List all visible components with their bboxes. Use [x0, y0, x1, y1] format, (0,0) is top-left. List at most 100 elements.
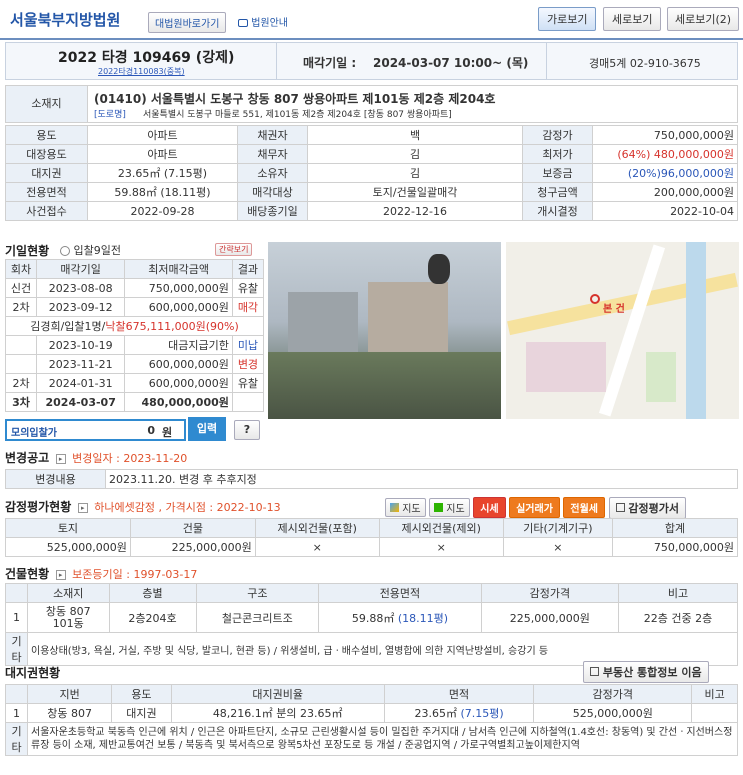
clock-icon [60, 246, 70, 256]
history-cell: 2023-08-08 [36, 278, 126, 298]
market-price-button[interactable]: 시세 [473, 497, 506, 518]
mock-bid-help-button[interactable]: ? [234, 420, 260, 440]
info-label: 용도 [5, 125, 88, 145]
winner-row: 김경희/입찰1명/낙찰675,111,000원(90%) [5, 316, 264, 336]
mock-bid-input[interactable]: 0 [97, 424, 155, 437]
vertical-view2-button[interactable]: 세로보기(2) [667, 7, 740, 31]
land-area-pyeong: (7.15평) [460, 707, 504, 720]
info-value: 김 [307, 144, 523, 164]
naver-map-label: 지도 [446, 504, 465, 515]
info-value: 아파트 [87, 125, 238, 145]
naver-logo-icon [434, 503, 444, 512]
brief-view-toggle[interactable]: 간략보기 [215, 243, 253, 256]
history-title: 기일현황 [5, 244, 50, 258]
history-cell: 대금지급기한 [124, 335, 233, 355]
road-address: 서울특별시 도봉구 마들로 551, 제101동 제2층 제204호 [창동 8… [143, 110, 452, 120]
info-row: 사건접수 2022-09-28 배당종기일 2022-12-16 개시결정 2022-10… [5, 201, 738, 221]
history-cell [231, 392, 265, 412]
case-number: 2022 타경 109469 (강제) [58, 50, 235, 66]
building-area-sqm: 59.88㎡ [351, 611, 395, 625]
arrow-right-icon: ▸ [55, 570, 66, 580]
bid-countdown: 입찰9일전 [60, 242, 121, 258]
mock-bid-box: 모의입찰가 0 원 [5, 419, 186, 441]
property-marker-icon [590, 294, 600, 304]
history-row: 2023-11-21 600,000,000원 변경 [4, 354, 265, 374]
sale-date: 2024-03-07 10:00~ (목) [373, 56, 529, 70]
daum-logo-icon [390, 503, 399, 512]
duplicate-case[interactable]: 2022타경110083(중복) [98, 66, 185, 77]
land-etc: 서울자운초등학교 북동측 인근에 위치 / 인근은 아파트단지, 소규모 근린생… [27, 722, 738, 756]
real-estate-info-button[interactable]: 부동산 통합정보 이음 [583, 661, 709, 683]
location-row: 소재지 (01410) 서울특별시 도봉구 창동 807 쌍용아파트 제101동… [5, 85, 738, 123]
info-value: 750,000,000원 [592, 125, 738, 145]
appraisal-value: × [378, 537, 504, 557]
land-row-index: 1 [5, 703, 28, 723]
history-row: 3차 2024-03-07 480,000,000원 [4, 392, 265, 412]
appraisal-report-button[interactable]: 감정평가서 [608, 497, 686, 519]
history-cell: 매각 [231, 297, 265, 317]
history-cell: 480,000,000원 [124, 392, 233, 412]
info-value: 2022-09-28 [87, 201, 238, 221]
info-row: 전용면적 59.88㎡ (18.11평) 매각대상 토지/건물일괄매각 청구금액 200,… [5, 182, 738, 202]
info-value: 2022-12-16 [307, 201, 523, 221]
appraisal-header: 토지 [5, 518, 131, 538]
appraisal-subtitle: 하나에셋감정 , 가격시점 : 2022-10-13 [94, 501, 281, 514]
road-name-tag: [도로명] [94, 110, 126, 120]
info-label: 개시결정 [522, 201, 593, 221]
appraisal-value: 225,000,000원 [129, 537, 256, 557]
land-lot: 창동 807 [26, 703, 113, 723]
building-area-pyeong: (18.11평) [397, 611, 449, 625]
court-guide-link[interactable]: 법원안내 [238, 14, 288, 29]
history-cell: 2차 [4, 373, 38, 393]
appraisal-buttons: 지도 지도 시세 실거래가 전월세 감정평가서 [385, 497, 686, 519]
appraisal-header: 합계 [612, 518, 738, 538]
info-label: 청구금액 [522, 182, 593, 202]
horizontal-view-button[interactable]: 가로보기 [538, 7, 597, 31]
real-estate-info-label: 부동산 통합정보 이음 [602, 666, 702, 679]
appraisal-header: 제시외건물(제외) [378, 518, 504, 538]
land-ratio: 48,216.1㎡ 분의 23.65㎡ [170, 703, 385, 723]
land-use: 대지권 [111, 703, 172, 723]
bid-countdown-label: 입찰9일전 [73, 244, 121, 257]
appraisal-value: 525,000,000원 [5, 537, 131, 557]
change-date: 변경일자 : 2023-11-20 [72, 452, 188, 465]
info-value: 아파트 [87, 144, 238, 164]
appraisal-header: 건물 [129, 518, 256, 538]
info-value: (64%) 480,000,000원 [592, 144, 738, 164]
history-table: 회차 매각기일 최저매각금액 결과 신건 2023-08-08 750,000,000원 유… [4, 259, 265, 412]
change-content: 2023.11.20. 변경 후 추후지정 [105, 469, 738, 489]
daum-map-button[interactable]: 지도 [385, 498, 426, 517]
change-notice-title: 변경공고 [5, 451, 50, 465]
court-name: 서울북부지방법원 [10, 11, 121, 29]
info-row: 용도 아파트 채권자 백 감정가 750,000,000원 [5, 125, 738, 145]
naver-map-button[interactable]: 지도 [429, 498, 470, 517]
change-notice-section: 변경공고 ▸ 변경일자 : 2023-11-20 [5, 449, 738, 466]
info-value: 23.65㎡ (7.15평) [87, 163, 238, 183]
rent-button[interactable]: 전월세 [563, 497, 606, 518]
history-row: 신건 2023-08-08 750,000,000원 유찰 [4, 278, 265, 298]
history-cell: 변경 [231, 354, 265, 374]
auction-department: 경매5계 02-910-3675 [589, 57, 701, 70]
history-cell: 600,000,000원 [124, 354, 233, 374]
building-etc-label: 기타 [5, 632, 28, 666]
supreme-court-shortcut-button[interactable]: 대법원바로가기 [148, 12, 227, 33]
location-map[interactable]: 본 건 [506, 242, 739, 419]
info-label: 채무자 [237, 144, 308, 164]
vertical-view-button[interactable]: 세로보기 [603, 7, 662, 31]
building-structure: 철근콘크리트조 [195, 602, 320, 633]
info-value: 김 [307, 163, 523, 183]
document-icon [615, 503, 625, 512]
land-header: 지번 [26, 684, 113, 704]
appraisal-report-label: 감정평가서 [628, 502, 679, 515]
mock-bid-submit-button[interactable]: 입력 [188, 417, 226, 441]
appraisal-header: 제시외건물(포함) [254, 518, 380, 538]
appraisal-title: 감정평가현황 [5, 500, 72, 514]
land-etc-label: 기타 [5, 722, 28, 756]
history-cell: 750,000,000원 [124, 278, 233, 298]
property-photo[interactable] [268, 242, 501, 419]
property-marker-label: 본 건 [603, 304, 625, 315]
history-row: 2차 2023-09-12 600,000,000원 매각 [4, 297, 265, 317]
real-transaction-button[interactable]: 실거래가 [509, 497, 560, 518]
info-value: (20%)96,000,000원 [592, 163, 738, 183]
court-guide-label: 법원안내 [251, 18, 288, 29]
